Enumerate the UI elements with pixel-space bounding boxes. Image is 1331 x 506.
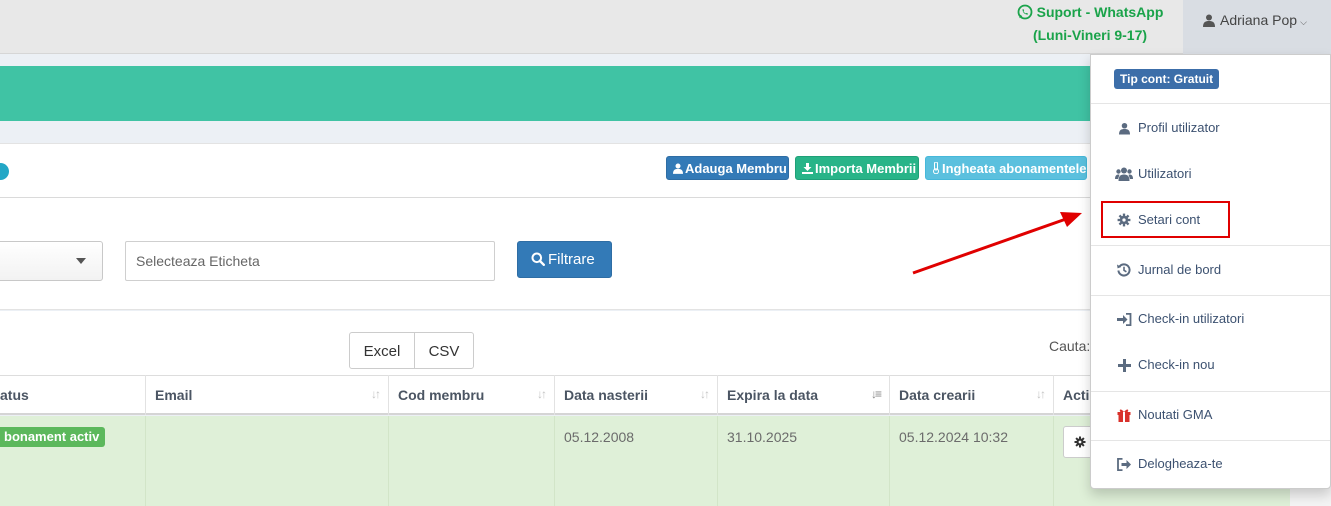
menu-item-logbook[interactable]: Jurnal de bord	[1115, 262, 1221, 279]
user-name: Adriana Pop	[1220, 12, 1298, 28]
import-members-label: Importa Membrii	[815, 161, 917, 176]
filter-button[interactable]: Filtrare	[517, 241, 612, 278]
cell-member-code	[389, 416, 555, 506]
import-members-button[interactable]: Importa Membrii	[795, 156, 919, 180]
history-icon	[1115, 263, 1133, 279]
menu-item-label: Jurnal de bord	[1138, 262, 1222, 277]
menu-item-label: Profil utilizator	[1138, 120, 1220, 135]
menu-item-profile[interactable]: Profil utilizator	[1115, 120, 1220, 138]
tag-select-input[interactable]	[125, 241, 495, 281]
sort-icon: ↓↑	[1036, 387, 1046, 401]
users-icon	[1115, 167, 1133, 183]
sort-icon: ↓↑	[371, 387, 381, 401]
column-label: Expira la data	[727, 387, 819, 403]
download-icon	[802, 161, 815, 176]
menu-divider	[1091, 103, 1330, 104]
user-menu-toggle[interactable]: Adriana Pop ⌵	[1183, 0, 1331, 54]
column-label: Data crearii	[899, 387, 976, 403]
column-label: atus	[0, 387, 29, 403]
add-member-button[interactable]: Adauga Membru	[666, 156, 789, 180]
status-select[interactable]	[0, 241, 103, 281]
sort-icon: ↓↑	[700, 387, 710, 401]
export-excel-button[interactable]: Excel	[349, 332, 415, 369]
cell-email	[146, 416, 389, 506]
menu-divider	[1091, 245, 1330, 246]
cell-expires: 31.10.2025	[718, 416, 890, 506]
gift-icon	[1115, 408, 1133, 424]
column-label: Acti	[1063, 387, 1090, 403]
cell-birth-date: 05.12.2008	[555, 416, 718, 506]
thermometer-icon	[932, 161, 942, 176]
table-tools	[0, 311, 1100, 375]
freeze-subscriptions-button[interactable]: Ingheata abonamentele	[925, 156, 1087, 180]
column-label: Data nasterii	[564, 387, 649, 403]
cell-created: 05.12.2024 10:32	[890, 416, 1054, 506]
filter-button-label: Filtrare	[548, 251, 595, 268]
column-header-created[interactable]: Data crearii ↓↑	[890, 375, 1054, 415]
user-icon	[673, 161, 685, 176]
chevron-down-icon: ⌵	[1300, 17, 1307, 27]
menu-item-label: Utilizatori	[1138, 166, 1192, 181]
status-badge: bonament activ	[0, 427, 106, 447]
support-whatsapp-link[interactable]: Suport - WhatsApp (Luni-Vineri 9-17)	[1000, 2, 1180, 45]
menu-item-label: Check-in utilizatori	[1138, 311, 1245, 326]
annotation-highlight-box	[1101, 201, 1230, 238]
column-header-expires[interactable]: Expira la data ↓≡	[718, 375, 890, 415]
menu-item-users[interactable]: Utilizatori	[1115, 166, 1191, 183]
sign-in-icon	[1115, 312, 1133, 329]
export-csv-button[interactable]: CSV	[414, 332, 474, 369]
user-icon	[1115, 122, 1133, 138]
support-title: Suport - WhatsApp	[1036, 4, 1164, 20]
menu-item-label: Check-in nou	[1138, 357, 1215, 372]
menu-item-label: Noutati GMA	[1138, 407, 1213, 422]
menu-item-new-checkin[interactable]: Check-in nou	[1115, 357, 1215, 375]
sign-out-icon	[1115, 457, 1133, 474]
user-icon	[1203, 12, 1220, 28]
menu-divider	[1091, 391, 1330, 392]
search-icon	[531, 251, 548, 268]
account-type-badge: Tip cont: Gratuit	[1114, 69, 1220, 89]
menu-divider	[1091, 440, 1330, 441]
whatsapp-icon	[1017, 4, 1033, 25]
menu-item-logout[interactable]: Delogheaza-te	[1115, 456, 1223, 474]
freeze-subscriptions-label: Ingheata abonamentele	[942, 161, 1087, 176]
column-header-member-code[interactable]: Cod membru ↓↑	[389, 375, 555, 415]
menu-item-checkin-users[interactable]: Check-in utilizatori	[1115, 311, 1244, 329]
column-label: Cod membru	[398, 387, 485, 403]
support-hours: (Luni-Vineri 9-17)	[1032, 27, 1148, 43]
sort-icon: ↓↑	[537, 387, 547, 401]
column-header-status[interactable]: atus	[0, 375, 146, 415]
caret-down-icon	[76, 258, 86, 264]
sort-asc-icon: ↓≡	[870, 387, 882, 401]
plus-icon	[1115, 359, 1133, 375]
column-header-birth-date[interactable]: Data nasterii ↓↑	[555, 375, 718, 415]
column-label: Email	[155, 387, 193, 403]
table-search-label: Cauta:	[1049, 338, 1091, 354]
menu-item-label: Delogheaza-te	[1138, 456, 1223, 471]
add-member-label: Adauga Membru	[685, 161, 787, 176]
column-header-email[interactable]: Email ↓↑	[146, 375, 389, 415]
menu-divider	[1091, 295, 1330, 296]
menu-item-news[interactable]: Noutati GMA	[1115, 407, 1212, 424]
